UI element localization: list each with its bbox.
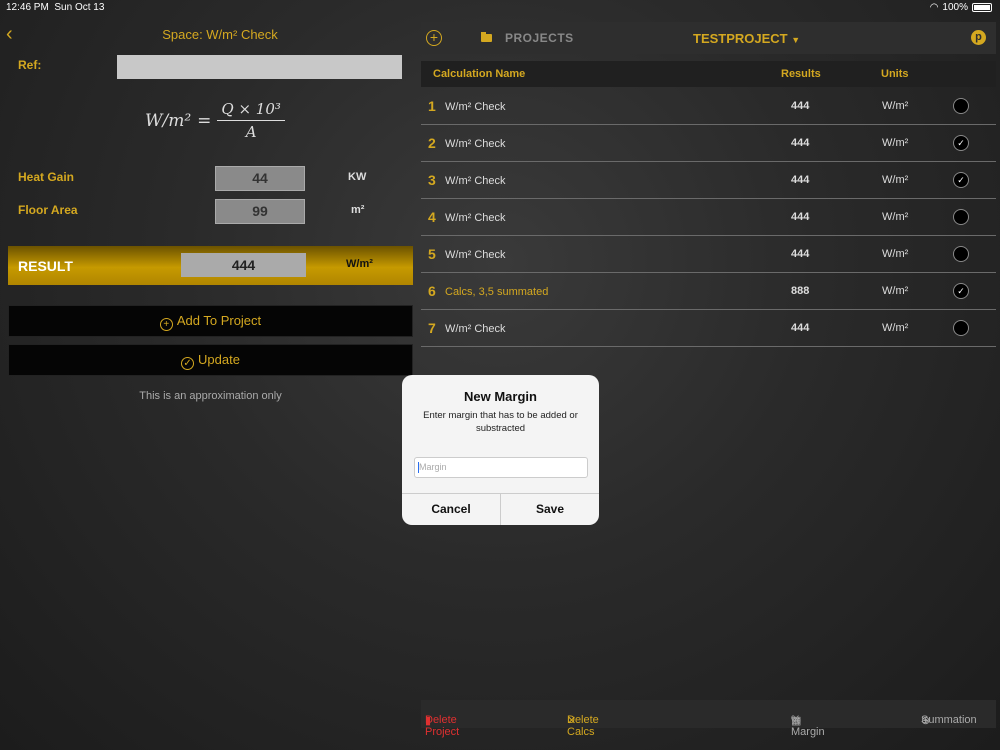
dialog-buttons: Cancel Save <box>402 493 599 525</box>
result-value: 444 <box>181 253 306 277</box>
formula-denominator: A <box>245 123 257 141</box>
col-units: Units <box>881 68 909 80</box>
dialog-message: Enter margin that has to be added or sub… <box>423 410 578 434</box>
row-unit: W/m² <box>882 322 909 334</box>
row-number: 6 <box>428 283 436 299</box>
table-row[interactable]: 7 W/m² Check 444 W/m² <box>421 310 996 347</box>
approximation-note: This is an approximation only <box>139 390 282 402</box>
delete-calcs-label: Delete Calcs <box>567 714 599 738</box>
col-results: Results <box>781 68 821 80</box>
page-title: Space: W/m² Check <box>162 27 278 42</box>
formula-equals: = <box>197 110 212 131</box>
battery-icon <box>972 3 992 12</box>
save-button[interactable]: Save <box>500 494 599 525</box>
battery-percent: 100% <box>942 2 968 13</box>
project-selector[interactable]: TESTPROJECT ▼ <box>693 31 800 46</box>
floor-area-label: Floor Area <box>18 203 78 217</box>
row-name: W/m² Check <box>445 101 506 113</box>
row-result: 444 <box>791 248 810 260</box>
ref-input[interactable] <box>117 55 402 79</box>
row-result: 444 <box>791 211 810 223</box>
row-result: 444 <box>791 322 810 334</box>
add-to-project-button[interactable]: + Add To Project <box>8 305 413 337</box>
row-result: 444 <box>791 174 810 186</box>
margin-label: % Margin <box>791 714 825 738</box>
wifi-icon: ◠ <box>929 2 939 13</box>
check-circle-icon: ✓ <box>181 357 195 370</box>
row-unit: W/m² <box>882 211 909 223</box>
margin-input[interactable]: Margin <box>414 457 588 478</box>
checkmark-icon[interactable]: ✓ <box>953 172 969 188</box>
row-result: 888 <box>791 285 810 297</box>
row-name: W/m² Check <box>445 138 506 150</box>
row-unit: W/m² <box>882 248 909 260</box>
table-row[interactable]: 2 W/m² Check 444 W/m² ✓ <box>421 125 996 162</box>
projects-header: + PROJECTS TESTPROJECT ▼ p <box>421 22 996 54</box>
formula: W/m² = Q × 10³ A <box>145 100 285 141</box>
formula-lhs: W/m² <box>145 110 192 131</box>
row-name: W/m² Check <box>445 212 506 224</box>
select-toggle[interactable] <box>953 98 969 114</box>
table-header: Calculation Name Results Units <box>421 61 996 87</box>
row-name: W/m² Check <box>445 175 506 187</box>
add-project-icon[interactable]: + <box>426 30 442 46</box>
project-name: TESTPROJECT <box>693 31 788 46</box>
row-number: 7 <box>428 320 436 336</box>
pinterest-icon[interactable]: p <box>971 30 986 45</box>
cancel-button[interactable]: Cancel <box>402 494 500 525</box>
new-margin-dialog: New Margin Enter margin that has to be a… <box>402 375 599 525</box>
table-row[interactable]: 6 Calcs, 3,5 summated 888 W/m² ✓ <box>421 273 996 310</box>
floor-area-unit: m² <box>351 204 365 216</box>
row-unit: W/m² <box>882 137 909 149</box>
dialog-title: New Margin <box>464 389 537 404</box>
projects-label[interactable]: PROJECTS <box>505 31 574 45</box>
row-name: W/m² Check <box>445 323 506 335</box>
row-number: 2 <box>428 135 436 151</box>
formula-fraction: Q × 10³ A <box>217 100 285 141</box>
heat-gain-unit: KW <box>348 171 367 183</box>
checkmark-icon[interactable]: ✓ <box>953 283 969 299</box>
table-row[interactable]: 3 W/m² Check 444 W/m² ✓ <box>421 162 996 199</box>
checkmark-icon[interactable]: ✓ <box>953 135 969 151</box>
status-time: 12:46 PM Sun Oct 13 <box>6 2 105 13</box>
select-toggle[interactable] <box>953 209 969 225</box>
formula-numerator: Q × 10³ <box>217 100 285 121</box>
row-number: 5 <box>428 246 436 262</box>
status-bar: 12:46 PM Sun Oct 13 ◠ 100% <box>0 0 1000 16</box>
result-bar: RESULT 444 W/m² <box>8 246 413 285</box>
table-row[interactable]: 1 W/m² Check 444 W/m² <box>421 88 996 125</box>
folder-icon[interactable] <box>481 32 492 42</box>
select-toggle[interactable] <box>953 320 969 336</box>
add-to-project-label: Add To Project <box>176 313 262 328</box>
summation-label: Summation <box>921 714 977 726</box>
select-toggle[interactable] <box>953 246 969 262</box>
table-row[interactable]: 4 W/m² Check 444 W/m² <box>421 199 996 236</box>
row-number: 1 <box>428 98 436 114</box>
status-right: ◠ 100% <box>930 2 992 13</box>
heat-gain-input[interactable]: 44 <box>215 166 305 191</box>
col-calculation-name: Calculation Name <box>433 68 526 80</box>
heat-gain-label: Heat Gain <box>18 170 75 184</box>
caret-down-icon: ▼ <box>791 35 801 45</box>
plus-circle-icon: + <box>159 318 173 331</box>
row-unit: W/m² <box>882 174 909 186</box>
row-unit: W/m² <box>882 100 909 112</box>
row-result: 444 <box>791 137 810 149</box>
ref-label: Ref: <box>18 58 42 72</box>
floor-area-input[interactable]: 99 <box>215 199 305 224</box>
result-unit: W/m² <box>346 258 373 270</box>
result-label: RESULT <box>18 258 73 274</box>
delete-project-label: Delete Project <box>425 714 460 738</box>
row-name: Calcs, 3,5 summated <box>445 286 549 298</box>
update-label: Update <box>198 352 240 367</box>
update-button[interactable]: ✓ Update <box>8 344 413 376</box>
table-row[interactable]: 5 W/m² Check 444 W/m² <box>421 236 996 273</box>
back-chevron-icon[interactable]: ‹ <box>6 24 22 44</box>
row-name: W/m² Check <box>445 249 506 261</box>
row-number: 3 <box>428 172 436 188</box>
row-number: 4 <box>428 209 436 225</box>
bottom-toolbar: ▮ Delete Project ✕ Delete Calcs ▦% Margin … <box>421 700 996 738</box>
row-unit: W/m² <box>882 285 909 297</box>
row-result: 444 <box>791 100 810 112</box>
